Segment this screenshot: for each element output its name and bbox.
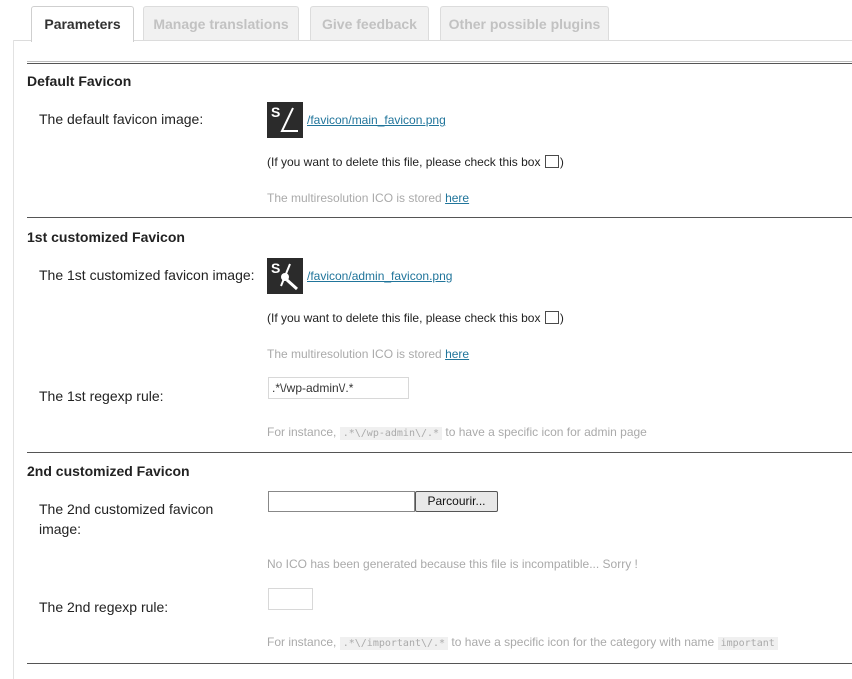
custom1-title: 1st customized Favicon — [27, 229, 185, 245]
wrench-logo-icon: S — [267, 258, 303, 294]
default-image-label: The default favicon image: — [39, 111, 204, 127]
custom1-regexp-input[interactable] — [268, 377, 409, 399]
wrench-mark — [280, 263, 299, 291]
instance-prefix: For instance, — [267, 635, 337, 649]
browse-button[interactable]: Parcourir... — [415, 491, 498, 512]
custom2-instance-note: For instance, .*\/important\/.* to have … — [267, 635, 778, 650]
tab-manage-translations[interactable]: Manage translations — [143, 6, 299, 40]
ico-here-link[interactable]: here — [445, 347, 469, 361]
custom2-regexp-input[interactable] — [268, 588, 313, 610]
custom2-title: 2nd customized Favicon — [27, 463, 190, 479]
ico-note-text: The multiresolution ICO is stored — [267, 191, 442, 205]
custom1-regexp-label: The 1st regexp rule: — [39, 388, 164, 404]
instance-code: .*\/important\/.* — [339, 637, 449, 650]
custom2-regexp-label: The 2nd regexp rule: — [39, 599, 169, 615]
instance-code-2: important — [717, 637, 778, 650]
slash-mark — [280, 107, 298, 132]
instance-prefix: For instance, — [267, 425, 337, 439]
custom1-file-link[interactable]: /favicon/admin_favicon.png — [307, 269, 452, 283]
delete-note-text: (If you want to delete this file, please… — [267, 311, 541, 325]
tab-parameters[interactable]: Parameters — [31, 6, 134, 42]
tab-divider — [13, 40, 852, 41]
panel-border — [13, 40, 14, 679]
custom1-delete-note: (If you want to delete this file, please… — [267, 311, 564, 325]
tab-bar: Parameters Manage translations Give feed… — [0, 0, 852, 42]
tab-other-plugins[interactable]: Other possible plugins — [440, 6, 609, 40]
tab-give-feedback[interactable]: Give feedback — [310, 6, 429, 40]
instance-suffix: to have a specific icon for admin page — [445, 425, 647, 439]
incompatible-note: No ICO has been generated because this f… — [267, 557, 638, 571]
instance-code: .*\/wp-admin\/.* — [339, 427, 443, 440]
delete-note-close: ) — [559, 155, 564, 169]
section-divider — [27, 217, 852, 218]
sl-logo-icon: S — [267, 102, 303, 138]
section-divider — [27, 61, 852, 64]
custom1-image-label: The 1st customized favicon image: — [39, 267, 255, 283]
custom2-image-label: The 2nd customized favicon image: — [39, 501, 214, 537]
default-favicon-title: Default Favicon — [27, 73, 132, 89]
custom1-instance-note: For instance, .*\/wp-admin\/.* to have a… — [267, 425, 647, 440]
default-file-link[interactable]: /favicon/main_favicon.png — [307, 113, 446, 127]
file-path-field[interactable] — [268, 491, 415, 512]
ico-note-text: The multiresolution ICO is stored — [267, 347, 442, 361]
delete-checkbox[interactable] — [544, 311, 559, 324]
delete-note-close: ) — [559, 311, 564, 325]
default-delete-note: (If you want to delete this file, please… — [267, 155, 564, 169]
section-divider — [27, 452, 852, 453]
section-divider — [27, 663, 852, 664]
delete-checkbox[interactable] — [544, 155, 559, 168]
delete-note-text: (If you want to delete this file, please… — [267, 155, 541, 169]
ico-here-link[interactable]: here — [445, 191, 469, 205]
default-ico-note: The multiresolution ICO is stored here — [267, 191, 469, 205]
custom1-ico-note: The multiresolution ICO is stored here — [267, 347, 469, 361]
instance-middle: to have a specific icon for the category… — [451, 635, 715, 649]
